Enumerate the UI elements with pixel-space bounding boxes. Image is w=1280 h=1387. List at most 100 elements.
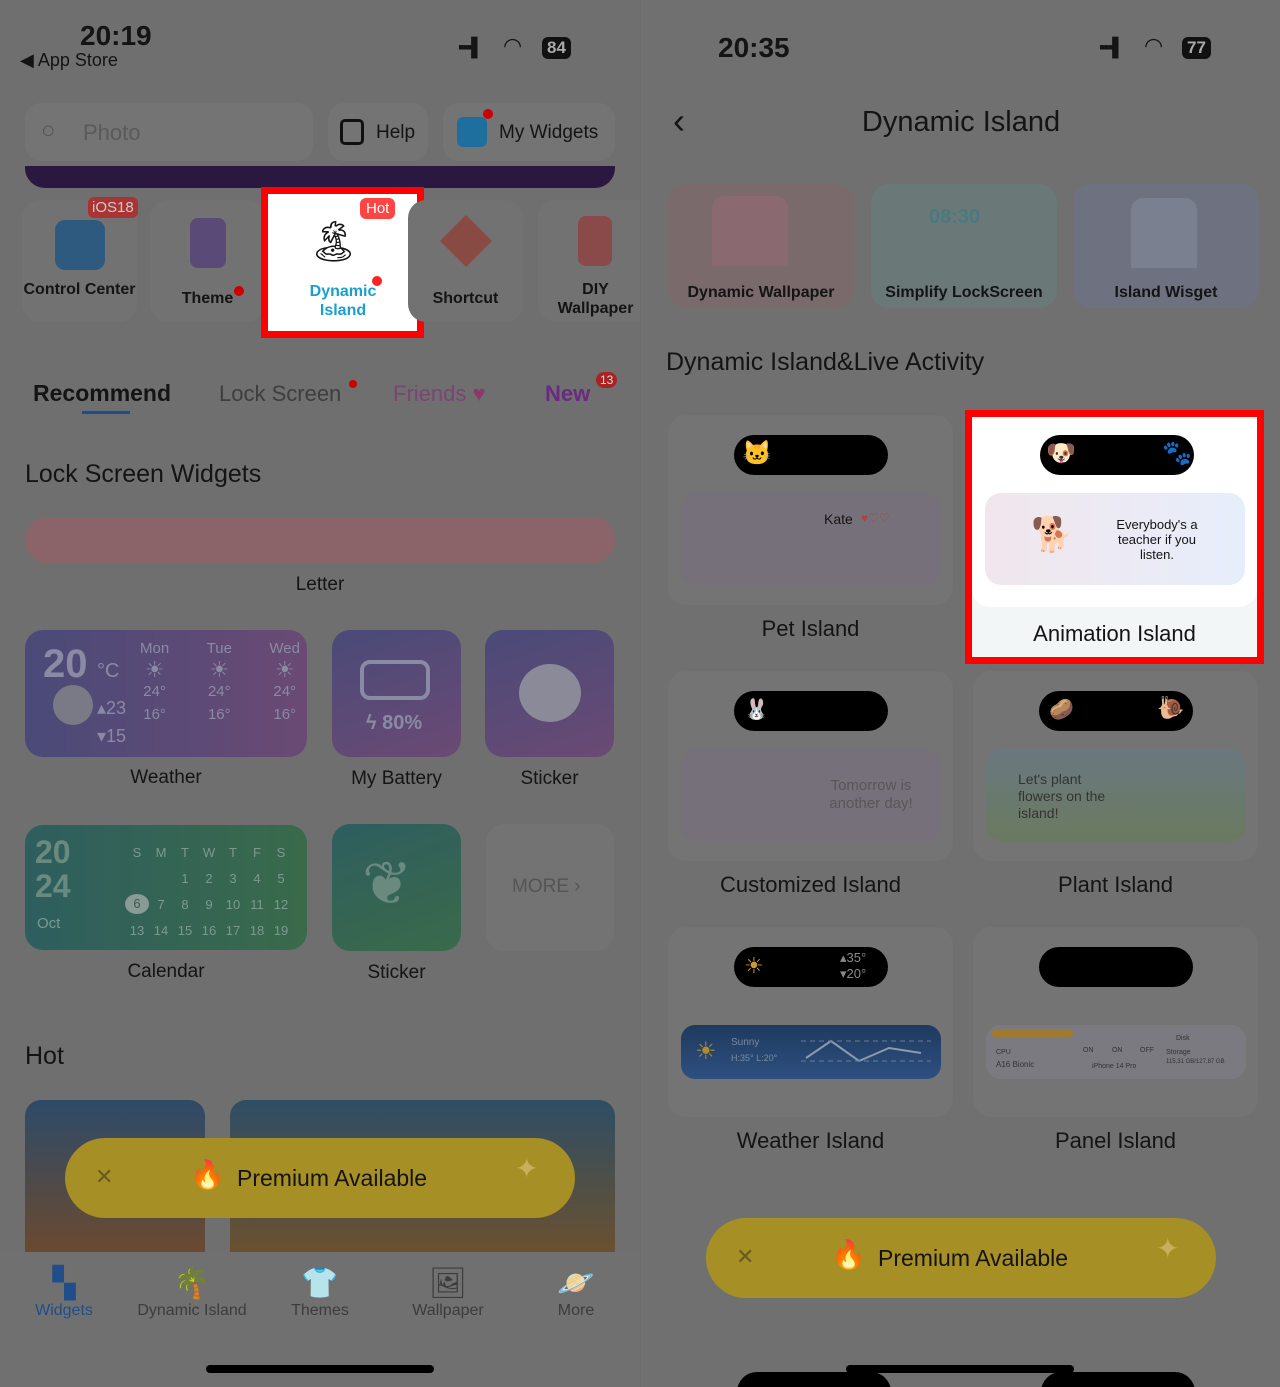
hearts-icon: ♥♡♡ — [861, 511, 890, 525]
bunny-sticker-icon — [519, 664, 581, 722]
live-activity-preview: CPU A16 Bionic ON ON OFF iPhone 14 Pro D… — [986, 1025, 1246, 1079]
tab-label: Friends — [393, 381, 467, 406]
island-customized[interactable]: 🐰 Tomorrow is another day! — [668, 671, 953, 861]
calendar-widget[interactable]: 20 24 Oct S M T W T F S 1 2 3 4 5 6 7 8 9 10 11 12 13 14 15 16 1… — [25, 825, 307, 950]
premium-banner[interactable]: ✕ 🔥 Premium Available ✦ — [706, 1218, 1216, 1298]
island-label: Plant Island — [1058, 872, 1173, 897]
search-input[interactable]: ○ Photo — [25, 103, 313, 161]
more-label: MORE — [512, 876, 569, 897]
live-activity-preview: Tomorrow is another day! — [681, 749, 941, 841]
weather-temp: 20 — [43, 642, 88, 686]
plant-text: Let's plant flowers on the island! — [1018, 771, 1106, 821]
brightness-bar — [991, 1030, 1073, 1037]
tab-new[interactable]: New — [545, 381, 590, 407]
island-preview — [737, 1372, 891, 1387]
letter-widget[interactable] — [25, 517, 615, 563]
battery-face-icon — [360, 660, 430, 700]
island-preview — [1041, 1372, 1195, 1387]
nav-themes[interactable]: 👕 Themes — [256, 1266, 384, 1320]
battery-widget[interactable]: ϟ 80% — [332, 630, 461, 757]
home-indicator — [206, 1365, 434, 1373]
nav-label: Themes — [291, 1302, 349, 1319]
back-to-app-store[interactable]: ◀ App Store — [20, 50, 118, 71]
back-label: App Store — [37, 50, 118, 70]
calendar-cell: 7 — [157, 896, 165, 912]
calendar-cell: 17 — [225, 922, 241, 938]
shiba-icon: 🐶 — [1046, 440, 1076, 467]
temperature-graph — [801, 1039, 931, 1063]
banner[interactable] — [25, 166, 615, 188]
live-activity-preview: Kate ♥♡♡ — [681, 493, 941, 585]
nav-dynamic-island[interactable]: 🌴 Dynamic Island — [128, 1266, 256, 1320]
function-shortcut[interactable]: Shortcut — [408, 200, 523, 322]
nav-wallpaper[interactable]: 🖼 Wallpaper — [384, 1266, 512, 1320]
weather-high: 23 — [106, 698, 127, 718]
function-control-center[interactable]: iOS18 Control Center — [22, 197, 138, 322]
function-theme[interactable]: Theme — [150, 200, 265, 322]
close-icon[interactable]: ✕ — [736, 1244, 754, 1270]
signal-icon: ▪▪▪▌ — [458, 37, 484, 57]
weather-widget[interactable]: 20 °C ▴23 ▾15 Mon ☀ 24° 16° Tue ☀ 24° 16° Wed ☀… — [25, 630, 307, 757]
calendar-cell: 8 — [181, 896, 189, 912]
seed-icon: 🥔 — [1049, 699, 1074, 721]
forecast-day: Mon ☀ 24° 16° — [140, 640, 170, 723]
card-simplify-lockscreen[interactable]: 08:30 Simplify LockScreen — [871, 184, 1057, 308]
more-button[interactable]: MORE › — [486, 824, 614, 951]
tab-lock-screen[interactable]: Lock Screen — [219, 381, 341, 407]
card-dynamic-wallpaper[interactable]: Dynamic Wallpaper — [668, 184, 854, 308]
nav-label: More — [557, 1302, 595, 1319]
premium-banner[interactable]: ✕ 🔥 Premium Available ✦ — [65, 1138, 575, 1218]
card-island-wisget[interactable]: Island Wisget — [1073, 184, 1259, 308]
wallpaper-illustration — [712, 196, 788, 266]
function-label: Shortcut — [432, 290, 499, 307]
hot-badge: Hot — [360, 198, 396, 219]
active-tab-indicator — [82, 411, 130, 414]
live-activity-preview: Let's plant flowers on the island! — [986, 749, 1246, 841]
tshirt-icon: 👕 — [301, 1267, 339, 1300]
function-dynamic-island[interactable]: Hot 🏝 Dynamic Island — [261, 187, 424, 338]
help-button[interactable]: Help — [328, 103, 428, 161]
tab-friends[interactable]: Friends ♥ — [393, 381, 486, 407]
island-panel[interactable]: CPU A16 Bionic ON ON OFF iPhone 14 Pro D… — [973, 927, 1258, 1117]
function-diy-wallpaper[interactable]: DIY Wallpaper — [538, 200, 640, 322]
help-label: Help — [376, 122, 416, 143]
nav-more[interactable]: 🪐 More — [512, 1266, 640, 1320]
island-plant[interactable]: 🥔 🐌 Let's plant flowers on the island! — [973, 671, 1258, 861]
island-animation[interactable]: 🐶 🐾 🐕 Everybody's a teacher if you liste… — [965, 410, 1264, 664]
nav-widgets[interactable]: ▚ Widgets — [0, 1266, 128, 1320]
fire-icon: 🔥 — [190, 1159, 225, 1190]
control-center-icon — [55, 220, 105, 270]
island-preview: 🐶 🐾 — [1040, 435, 1194, 475]
battery-indicator: 84 — [542, 37, 571, 59]
butterfly-icon: ❦ — [362, 850, 413, 917]
nav-label: Widgets — [35, 1302, 93, 1319]
calendar-cell: 4 — [253, 870, 261, 886]
butterfly-sticker-widget[interactable]: ❦ — [332, 824, 461, 951]
sticker-widget[interactable] — [485, 630, 614, 757]
calendar-grid: S M T W T F S 1 2 3 4 5 6 7 8 9 10 11 12 13 14 15 16 17 18 19 — [125, 839, 295, 943]
tab-recommend[interactable]: Recommend — [33, 380, 171, 407]
premium-label: Premium Available — [237, 1165, 428, 1191]
new-count-badge: 13 — [596, 372, 618, 388]
nav-label: Wallpaper — [412, 1302, 484, 1319]
quote-text: Everybody's a teacher if you listen. — [1116, 517, 1198, 562]
calendar-cell: 11 — [250, 896, 264, 912]
section-title: Hot — [25, 1042, 64, 1070]
widget-illustration — [1131, 198, 1197, 268]
island-label: Pet Island — [761, 616, 860, 641]
island-weather[interactable]: ☀ ▴35° ▾20° ☀ Sunny H:35° L:20° — [668, 927, 953, 1117]
cat-icon: 🐱 — [742, 440, 772, 467]
calendar-cell: 12 — [273, 896, 289, 912]
weather-unit: °C — [97, 660, 120, 682]
my-widgets-button[interactable]: My Widgets — [443, 103, 615, 161]
snail-icon: 🐌 — [1157, 695, 1185, 720]
close-icon[interactable]: ✕ — [95, 1164, 113, 1190]
custom-text: Tomorrow is another day! — [829, 777, 913, 812]
island-label: Panel Island — [1054, 1128, 1177, 1153]
island-pet[interactable]: 🐱 Kate ♥♡♡ — [668, 415, 953, 605]
calendar-cell: 19 — [273, 922, 289, 938]
shortcut-icon — [439, 214, 493, 268]
search-icon: ○ — [41, 117, 56, 144]
calendar-cell: S — [276, 844, 286, 860]
calendar-cell: T — [229, 844, 237, 860]
